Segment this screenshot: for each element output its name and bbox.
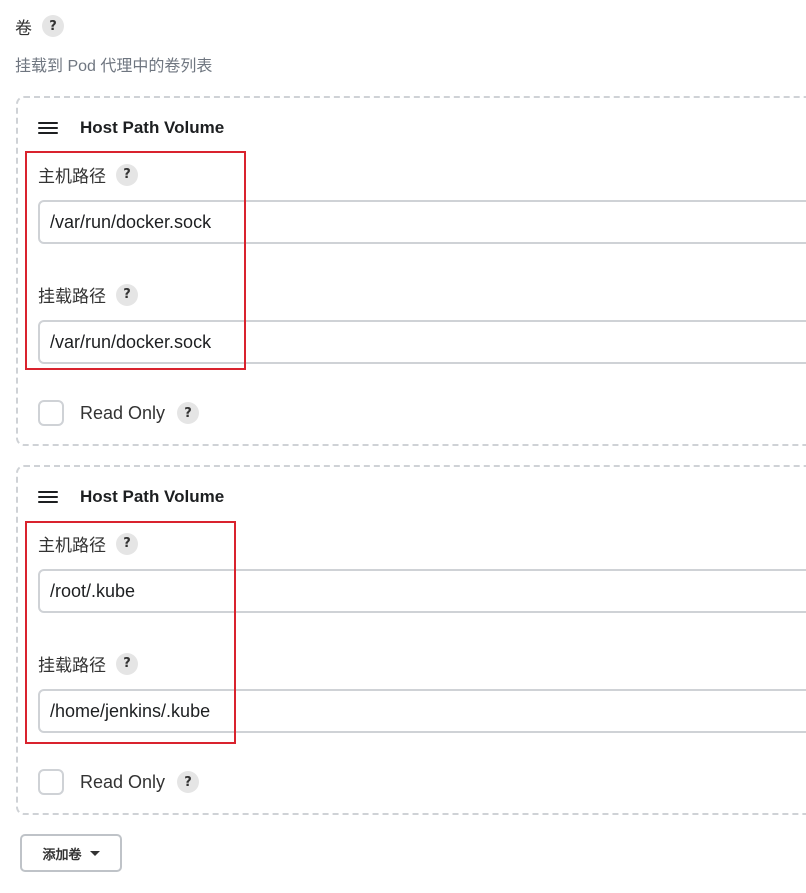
help-icon[interactable]: ? (177, 402, 200, 424)
volume-type-title: Host Path Volume (80, 487, 225, 506)
section-description: 挂载到 Pod 代理中的卷列表 (15, 58, 213, 75)
read-only-row: Read Only ? (38, 400, 200, 426)
help-icon[interactable]: ? (177, 771, 200, 793)
section-help-icon[interactable]: ? (42, 15, 64, 37)
highlight-box (25, 521, 236, 744)
volume-card-header: Host Path Volume (38, 118, 224, 138)
read-only-row: Read Only ? (38, 769, 200, 795)
volume-card-header: Host Path Volume (38, 487, 224, 507)
section-header: 卷 ? (15, 13, 64, 39)
read-only-label[interactable]: Read Only (80, 403, 165, 424)
read-only-checkbox[interactable] (38, 769, 64, 795)
section-title: 卷 (15, 18, 32, 38)
caret-down-icon (89, 850, 100, 856)
add-volume-label: 添加卷 (42, 846, 82, 862)
read-only-checkbox[interactable] (38, 400, 64, 426)
drag-handle-icon[interactable] (38, 122, 58, 134)
volume-type-title: Host Path Volume (80, 118, 225, 137)
add-volume-button[interactable]: 添加卷 (20, 834, 122, 872)
read-only-label[interactable]: Read Only (80, 772, 165, 793)
highlight-box (25, 151, 246, 370)
drag-handle-icon[interactable] (38, 491, 58, 503)
